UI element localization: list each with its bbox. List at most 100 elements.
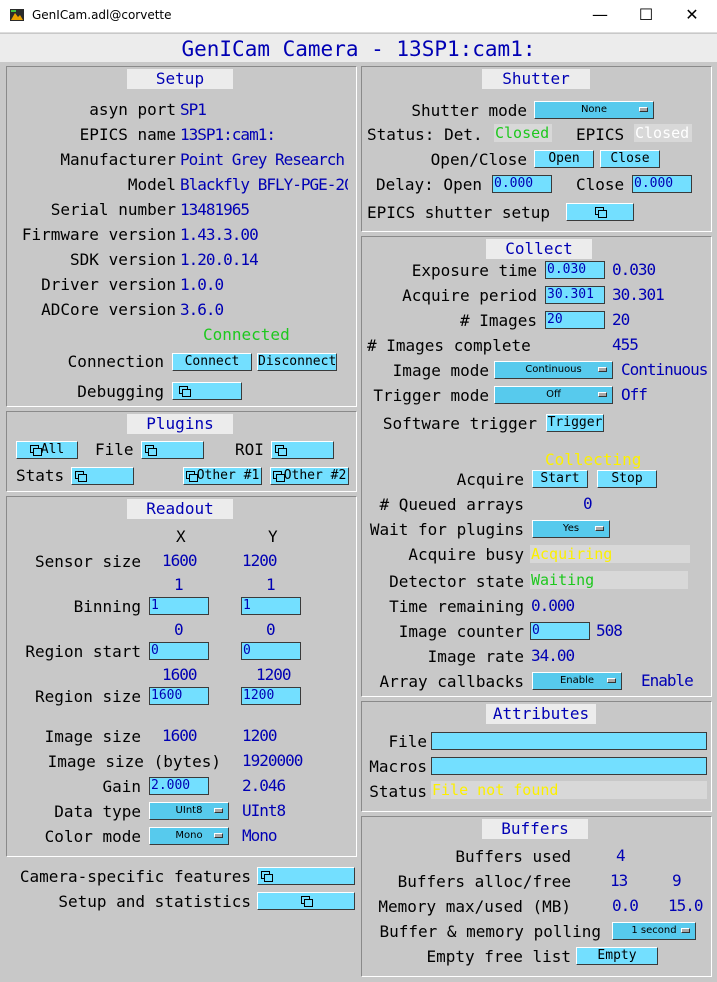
color-mode-selected: Mono — [175, 830, 203, 841]
minimize-button[interactable]: — — [577, 0, 623, 32]
detector-state-value: Waiting — [530, 571, 688, 589]
software-trigger-button[interactable]: Trigger — [546, 414, 604, 432]
app-icon — [10, 9, 24, 21]
image-size-x: 1600 — [162, 726, 198, 745]
region-size-x-input[interactable]: 1600 — [149, 687, 209, 705]
close-window-button[interactable]: ✕ — [669, 0, 715, 32]
sdk-version-label: SDK version — [70, 250, 176, 269]
maximize-button[interactable]: ☐ — [623, 0, 669, 32]
epics-shutter-label: EPICS — [576, 125, 625, 144]
data-type-readback: UInt8 — [242, 801, 286, 820]
wait-plugins-menu[interactable]: Yes — [532, 520, 610, 538]
data-type-label: Data type — [54, 802, 141, 821]
color-mode-readback: Mono — [242, 826, 278, 845]
gain-input[interactable]: 2.000 — [149, 777, 209, 795]
attributes-status-value: File not found — [431, 781, 707, 799]
wait-plugins-selected: Yes — [562, 523, 580, 534]
other2-plugins-button[interactable]: Other #2 — [270, 467, 349, 485]
driver-version-value: 1.0.0 — [180, 275, 224, 294]
serial-number-value: 13481965 — [180, 200, 250, 219]
start-button[interactable]: Start — [532, 470, 588, 488]
exposure-time-input[interactable]: 0.030 — [545, 261, 605, 279]
y-column-header: Y — [268, 527, 278, 546]
binning-y-readback: 1 — [266, 575, 276, 594]
connect-button[interactable]: Connect — [172, 353, 252, 371]
images-complete-value: 455 — [612, 335, 639, 354]
image-counter-input[interactable]: 0 — [530, 622, 590, 640]
epics-shutter-status: Closed — [634, 124, 692, 142]
collect-header: Collect — [486, 239, 592, 259]
time-remaining-value: 0.000 — [531, 596, 575, 615]
debugging-related-display-button[interactable] — [172, 382, 242, 400]
shutter-mode-label: Shutter mode — [411, 101, 527, 120]
queued-arrays-value: 0 — [583, 494, 593, 513]
firmware-version-label: Firmware version — [21, 225, 176, 244]
menu-indicator-icon — [639, 107, 648, 112]
num-images-label: # Images — [459, 311, 537, 330]
image-size-label: Image size — [44, 727, 141, 746]
disconnect-button[interactable]: Disconnect — [257, 353, 337, 371]
acquire-label: Acquire — [456, 470, 524, 489]
region-start-y-readback: 0 — [266, 620, 276, 639]
setup-header: Setup — [127, 69, 233, 89]
num-images-input[interactable]: 20 — [545, 311, 605, 329]
buffers-header: Buffers — [482, 819, 588, 839]
empty-free-list-button[interactable]: Empty — [576, 947, 658, 965]
region-size-y-input[interactable]: 1200 — [241, 687, 301, 705]
acquire-busy-value: Acquiring — [530, 545, 690, 563]
other1-plugins-button[interactable]: Other #1 — [183, 467, 262, 485]
setup-statistics-button[interactable] — [257, 892, 355, 910]
binning-x-input[interactable]: 1 — [149, 597, 209, 615]
binning-y-input[interactable]: 1 — [241, 597, 301, 615]
plugins-header: Plugins — [127, 414, 233, 434]
region-start-x-input[interactable]: 0 — [149, 642, 209, 660]
roi-plugins-button[interactable] — [271, 441, 334, 459]
shutter-open-button[interactable]: Open — [534, 150, 594, 168]
image-mode-menu[interactable]: Continuous — [494, 361, 613, 379]
image-size-y: 1200 — [242, 726, 278, 745]
related-display-icon — [185, 471, 198, 482]
attributes-file-input[interactable] — [431, 732, 707, 750]
model-label: Model — [127, 175, 176, 194]
polling-menu[interactable]: 1 second — [612, 922, 696, 940]
plugins-all-button[interactable]: All — [16, 441, 78, 459]
gain-readback: 2.046 — [242, 776, 286, 795]
related-display-icon — [300, 896, 313, 907]
shutter-close-button[interactable]: Close — [600, 150, 660, 168]
data-type-menu[interactable]: UInt8 — [149, 802, 229, 820]
array-callbacks-menu[interactable]: Enable — [532, 672, 622, 690]
related-display-icon — [272, 471, 285, 482]
shutter-mode-menu[interactable]: None — [534, 101, 654, 119]
stop-button[interactable]: Stop — [597, 470, 657, 488]
setup-statistics-label: Setup and statistics — [58, 892, 251, 911]
memory-label: Memory max/used (MB) — [378, 897, 571, 916]
asyn-port-value: SP1 — [180, 100, 207, 119]
close-delay-input[interactable]: 0.000 — [632, 175, 692, 193]
exposure-time-readback: 0.030 — [612, 260, 656, 279]
x-column-header: X — [176, 527, 186, 546]
firmware-version-value: 1.43.3.00 — [180, 225, 259, 244]
roi-plugins-label: ROI — [235, 440, 264, 459]
related-display-icon — [261, 871, 273, 882]
stats-plugins-button[interactable] — [71, 467, 134, 485]
queued-arrays-label: # Queued arrays — [379, 495, 525, 514]
acquire-period-input[interactable]: 30.301 — [545, 286, 605, 304]
data-type-selected: UInt8 — [175, 805, 203, 816]
acquire-status: Collecting — [545, 450, 642, 469]
polling-selected: 1 second — [631, 925, 677, 936]
file-plugins-button[interactable] — [141, 441, 204, 459]
camera-features-button[interactable] — [257, 867, 355, 885]
attributes-macros-input[interactable] — [431, 757, 707, 775]
color-mode-menu[interactable]: Mono — [149, 827, 229, 845]
connection-label: Connection — [67, 352, 164, 371]
epics-shutter-setup-button[interactable] — [566, 203, 634, 221]
exposure-time-label: Exposure time — [411, 261, 537, 280]
image-counter-readback: 508 — [596, 621, 623, 640]
empty-free-list-label: Empty free list — [426, 947, 572, 966]
shutter-mode-selected: None — [580, 104, 608, 115]
open-delay-input[interactable]: 0.000 — [492, 175, 552, 193]
trigger-mode-menu[interactable]: Off — [494, 386, 613, 404]
image-counter-label: Image counter — [398, 622, 524, 641]
sensor-size-x: 1600 — [162, 551, 198, 570]
region-start-y-input[interactable]: 0 — [241, 642, 301, 660]
